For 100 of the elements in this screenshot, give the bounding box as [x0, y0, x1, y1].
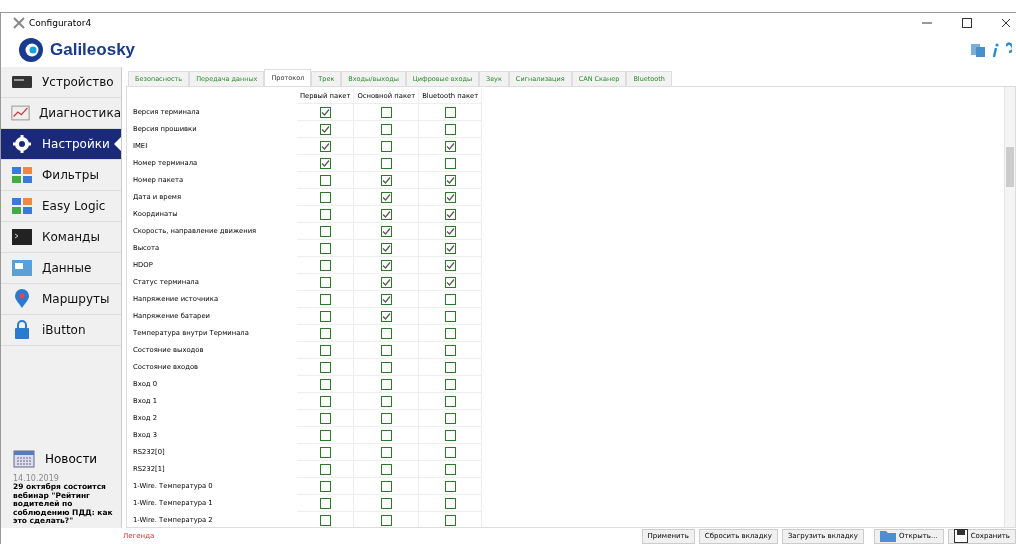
checkbox[interactable] [380, 327, 392, 339]
checkbox[interactable] [444, 191, 456, 203]
checkbox[interactable] [444, 327, 456, 339]
checkbox[interactable] [319, 242, 331, 254]
puzzle-icon [11, 165, 33, 185]
checkbox[interactable] [380, 412, 392, 424]
checkbox[interactable] [380, 174, 392, 186]
checkbox[interactable] [319, 463, 331, 475]
logo-text: Galileosky [50, 40, 136, 60]
checkbox[interactable] [444, 276, 456, 288]
sidebar-item[interactable]: Данные [1, 253, 121, 284]
sidebar-item[interactable]: Маршруты [1, 284, 121, 315]
picture-icon [11, 258, 33, 278]
checkbox[interactable] [319, 514, 331, 526]
checkbox[interactable] [380, 140, 392, 152]
checkbox[interactable] [380, 378, 392, 390]
checkbox[interactable] [319, 140, 331, 152]
checkbox[interactable] [319, 225, 331, 237]
checkbox[interactable] [380, 225, 392, 237]
checkbox[interactable] [319, 310, 331, 322]
sidebar-item[interactable]: Фильтры [1, 160, 121, 191]
close-icon[interactable] [1002, 18, 1010, 28]
checkbox[interactable] [319, 361, 331, 373]
checkbox[interactable] [380, 208, 392, 220]
checkbox[interactable] [444, 123, 456, 135]
checkbox[interactable] [444, 225, 456, 237]
scrollbar[interactable] [1004, 87, 1015, 527]
checkbox[interactable] [380, 191, 392, 203]
checkbox[interactable] [444, 480, 456, 492]
checkbox[interactable] [444, 395, 456, 407]
news-title[interactable]: Новости [45, 451, 98, 466]
checkbox[interactable] [319, 208, 331, 220]
checkbox[interactable] [319, 480, 331, 492]
chart-icon [11, 103, 30, 123]
terminal-icon [11, 227, 33, 247]
checkbox[interactable] [380, 293, 392, 305]
checkbox[interactable] [444, 310, 456, 322]
checkbox[interactable] [380, 480, 392, 492]
checkbox[interactable] [319, 429, 331, 441]
checkbox[interactable] [319, 395, 331, 407]
maximize-icon[interactable] [962, 18, 972, 28]
checkbox[interactable] [319, 157, 331, 169]
checkbox[interactable] [380, 395, 392, 407]
window-title: Configurator4 [29, 18, 92, 28]
checkbox[interactable] [319, 123, 331, 135]
checkbox[interactable] [444, 208, 456, 220]
checkbox[interactable] [319, 293, 331, 305]
checkbox[interactable] [444, 446, 456, 458]
checkbox[interactable] [319, 344, 331, 356]
info-icon[interactable] [992, 42, 1000, 58]
checkbox[interactable] [380, 259, 392, 271]
checkbox[interactable] [444, 463, 456, 475]
checkbox[interactable] [444, 361, 456, 373]
sidebar-item[interactable]: Устройство [1, 67, 121, 98]
checkbox[interactable] [319, 174, 331, 186]
checkbox[interactable] [444, 344, 456, 356]
checkbox[interactable] [380, 276, 392, 288]
sidebar-item[interactable]: Easy Logic [1, 191, 121, 222]
checkbox[interactable] [380, 497, 392, 509]
gear-icon [11, 134, 33, 154]
checkbox[interactable] [444, 157, 456, 169]
sidebar-item[interactable]: Команды [1, 222, 121, 253]
checkbox[interactable] [444, 514, 456, 526]
checkbox[interactable] [444, 140, 456, 152]
checkbox[interactable] [319, 378, 331, 390]
checkbox[interactable] [319, 191, 331, 203]
language-icon[interactable] [970, 42, 986, 58]
checkbox[interactable] [380, 446, 392, 458]
checkbox[interactable] [444, 242, 456, 254]
checkbox[interactable] [380, 310, 392, 322]
checkbox[interactable] [319, 412, 331, 424]
checkbox[interactable] [380, 514, 392, 526]
checkbox[interactable] [444, 412, 456, 424]
checkbox[interactable] [444, 378, 456, 390]
checkbox[interactable] [319, 106, 331, 118]
checkbox[interactable] [380, 361, 392, 373]
checkbox[interactable] [380, 106, 392, 118]
checkbox[interactable] [319, 259, 331, 271]
checkbox[interactable] [444, 174, 456, 186]
checkbox[interactable] [319, 327, 331, 339]
sidebar-item[interactable]: Настройки [1, 129, 121, 160]
pointer-icon [114, 137, 121, 151]
folder-icon [879, 530, 896, 542]
checkbox[interactable] [380, 157, 392, 169]
checkbox[interactable] [380, 242, 392, 254]
checkbox[interactable] [319, 446, 331, 458]
checkbox[interactable] [380, 429, 392, 441]
checkbox[interactable] [444, 259, 456, 271]
checkbox[interactable] [380, 344, 392, 356]
checkbox[interactable] [444, 497, 456, 509]
checkbox[interactable] [444, 293, 456, 305]
logo-icon [18, 37, 44, 63]
checkbox[interactable] [444, 429, 456, 441]
checkbox[interactable] [319, 497, 331, 509]
sidebar-item[interactable]: iButton [1, 315, 121, 346]
checkbox[interactable] [319, 276, 331, 288]
checkbox[interactable] [444, 106, 456, 118]
checkbox[interactable] [380, 123, 392, 135]
tools-icon [13, 17, 25, 29]
checkbox[interactable] [380, 463, 392, 475]
